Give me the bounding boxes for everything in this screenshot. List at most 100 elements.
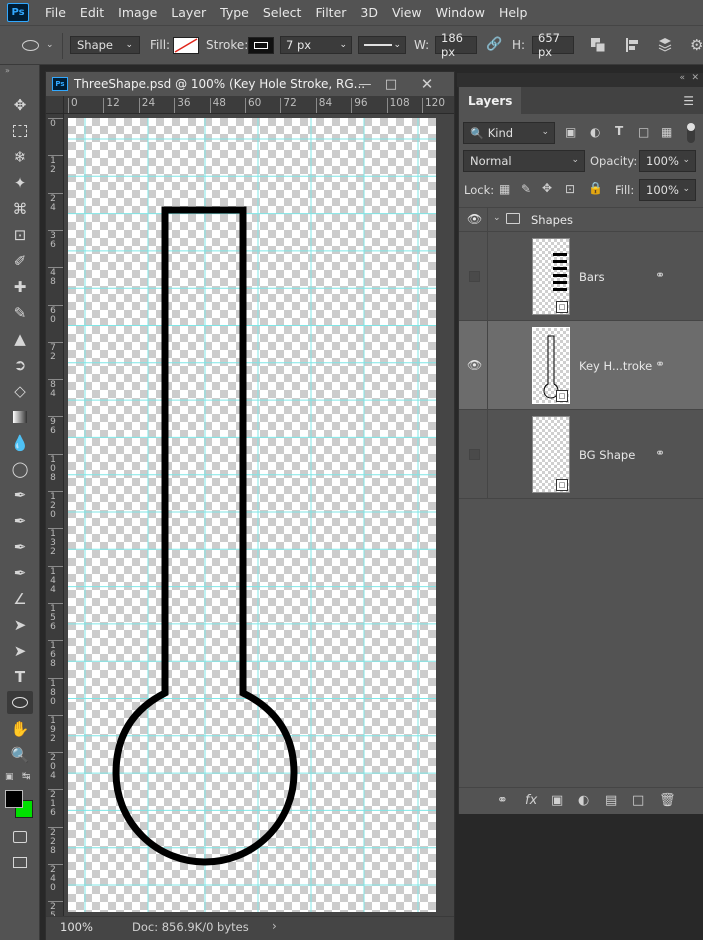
menu-help[interactable]: Help bbox=[499, 5, 528, 20]
menu-3d[interactable]: 3D bbox=[360, 5, 378, 20]
gradient-tool-icon[interactable] bbox=[7, 405, 33, 428]
document-tab[interactable]: Ps ThreeShape.psd @ 100% (Key Hole Strok… bbox=[46, 72, 454, 96]
visibility-toggle[interactable]: 👁 bbox=[459, 321, 488, 410]
foreground-color-swatch[interactable] bbox=[5, 790, 23, 808]
close-icon[interactable]: ✕ bbox=[418, 75, 436, 93]
pen-tool-icon[interactable]: ✒ bbox=[7, 483, 33, 506]
healing-brush-tool-icon[interactable]: ✚ bbox=[7, 275, 33, 298]
filter-type-icon[interactable]: T bbox=[615, 124, 623, 138]
stroke-width-input[interactable]: 7 px ⌄ bbox=[280, 36, 352, 54]
filter-toggle[interactable] bbox=[687, 123, 695, 143]
blur-tool-icon[interactable]: 💧 bbox=[7, 431, 33, 454]
add-mask-icon[interactable]: ▣ bbox=[551, 793, 563, 808]
layer-name[interactable]: BG Shape bbox=[579, 448, 635, 462]
adjustment-layer-icon[interactable]: ◐ bbox=[578, 793, 589, 808]
move-tool-icon[interactable]: ✥ bbox=[7, 93, 33, 116]
zoom-level[interactable]: 100% bbox=[60, 920, 93, 934]
group-row-shapes[interactable]: 👁 ⌄ Shapes bbox=[459, 207, 703, 232]
ellipse-tool-icon[interactable] bbox=[22, 40, 39, 51]
shape-mode-select[interactable]: Shape ⌄ bbox=[70, 36, 140, 54]
lock-artboard-icon[interactable]: ⊡ bbox=[565, 182, 575, 196]
quick-mask-icon[interactable] bbox=[7, 825, 33, 848]
panel-menu-icon[interactable]: ☰ bbox=[683, 94, 694, 108]
filter-pixel-icon[interactable]: ▣ bbox=[565, 125, 576, 139]
tool-preset-caret-icon[interactable]: ⌄ bbox=[46, 40, 54, 50]
crop-tool-icon[interactable]: ⌘ bbox=[7, 197, 33, 220]
swap-colors-icon[interactable]: ↹ bbox=[22, 771, 30, 782]
filter-adjustment-icon[interactable]: ◐ bbox=[590, 125, 600, 139]
eraser-tool-icon[interactable]: ◇ bbox=[7, 379, 33, 402]
eyedropper-tool-icon[interactable]: ✐ bbox=[7, 249, 33, 272]
gear-icon[interactable]: ⚙ bbox=[690, 36, 703, 54]
menu-layer[interactable]: Layer bbox=[171, 5, 206, 20]
fill-swatch[interactable] bbox=[173, 37, 199, 54]
photoshop-logo-icon[interactable]: Ps bbox=[7, 3, 29, 22]
minimize-icon[interactable]: — bbox=[356, 75, 374, 93]
magic-wand-tool-icon[interactable]: ✦ bbox=[7, 171, 33, 194]
menu-image[interactable]: Image bbox=[118, 5, 157, 20]
trash-icon[interactable]: 🗑 bbox=[659, 793, 676, 808]
link-icon[interactable]: 🔗 bbox=[486, 37, 502, 52]
menu-select[interactable]: Select bbox=[263, 5, 302, 20]
menu-filter[interactable]: Filter bbox=[315, 5, 346, 20]
new-group-icon[interactable]: ▤ bbox=[605, 793, 617, 808]
height-input[interactable]: 657 px bbox=[532, 31, 574, 59]
filter-shape-icon[interactable]: □ bbox=[638, 125, 649, 139]
screen-mode-icon[interactable] bbox=[7, 851, 33, 874]
menu-edit[interactable]: Edit bbox=[80, 5, 104, 20]
hand-tool-icon[interactable]: ✋ bbox=[7, 717, 33, 740]
lock-image-pixels-icon[interactable]: ✎ bbox=[521, 182, 531, 196]
transparent-canvas[interactable] bbox=[68, 118, 436, 912]
layer-row-key-hole-stroke[interactable]: 👁 □ Key H...troke ⚭ bbox=[459, 321, 703, 410]
layer-row-bg-shape[interactable]: □ BG Shape ⚭ bbox=[459, 410, 703, 499]
path-operations-icon[interactable] bbox=[590, 37, 606, 53]
maximize-icon[interactable]: □ bbox=[382, 75, 400, 93]
visibility-toggle[interactable] bbox=[459, 410, 488, 499]
menu-window[interactable]: Window bbox=[436, 5, 485, 20]
lock-transparent-pixels-icon[interactable]: ▦ bbox=[499, 182, 510, 196]
path-alignment-icon[interactable] bbox=[625, 37, 641, 53]
lock-all-icon[interactable]: 🔒 bbox=[588, 181, 603, 195]
layer-name[interactable]: Key H...troke bbox=[579, 359, 652, 373]
menu-type[interactable]: Type bbox=[220, 5, 249, 20]
stroke-type-select[interactable]: ⌄ bbox=[358, 36, 406, 54]
link-layers-icon[interactable]: ⚭ bbox=[497, 793, 508, 808]
history-brush-tool-icon[interactable]: ➲ bbox=[7, 353, 33, 376]
width-input[interactable]: 186 px bbox=[435, 31, 477, 59]
blend-mode-select[interactable]: Normal ⌄ bbox=[463, 150, 585, 172]
filter-smart-object-icon[interactable]: ▦ bbox=[661, 125, 672, 139]
canvas-area[interactable] bbox=[64, 114, 454, 916]
opacity-input[interactable]: 100% ⌄ bbox=[639, 150, 696, 172]
layer-name[interactable]: Bars bbox=[579, 270, 605, 284]
marquee-tool-icon[interactable] bbox=[7, 119, 33, 142]
vertical-ruler[interactable]: 0 12 24 36 48 60 72 84 96 108 120 132 144 156 168 180 19… bbox=[46, 114, 64, 916]
brush-tool-icon[interactable]: ✎ bbox=[7, 301, 33, 324]
ruler-origin[interactable] bbox=[46, 96, 64, 114]
ellipse-tool-icon[interactable] bbox=[7, 691, 33, 714]
type-tool-icon[interactable]: T bbox=[7, 665, 33, 688]
collapse-panel-icon[interactable]: » bbox=[5, 66, 10, 75]
close-panel-icon[interactable]: ✕ bbox=[691, 73, 699, 83]
chevron-down-icon[interactable]: ⌄ bbox=[493, 213, 501, 223]
tab-layers[interactable]: Layers bbox=[459, 87, 522, 114]
new-layer-icon[interactable]: □ bbox=[632, 793, 644, 808]
visibility-toggle[interactable]: 👁 bbox=[459, 208, 488, 232]
dodge-tool-icon[interactable]: ◯ bbox=[7, 457, 33, 480]
freeform-pen-tool-icon[interactable]: ✒ bbox=[7, 509, 33, 532]
visibility-toggle[interactable] bbox=[459, 232, 488, 321]
path-selection-tool-icon[interactable]: ➤ bbox=[7, 613, 33, 636]
add-anchor-point-tool-icon[interactable]: ✒ bbox=[7, 535, 33, 558]
filter-kind-select[interactable]: 🔍 Kind ⌄ bbox=[463, 122, 555, 144]
fill-input[interactable]: 100% ⌄ bbox=[639, 179, 696, 201]
path-arrangement-icon[interactable] bbox=[656, 37, 674, 53]
zoom-tool-icon[interactable]: 🔍 bbox=[7, 743, 33, 766]
convert-point-tool-icon[interactable]: ∠ bbox=[7, 587, 33, 610]
curvature-pen-tool-icon[interactable]: ✒ bbox=[7, 561, 33, 584]
menu-file[interactable]: File bbox=[45, 5, 66, 20]
menu-view[interactable]: View bbox=[392, 5, 422, 20]
lasso-tool-icon[interactable]: ❄ bbox=[7, 145, 33, 168]
layer-row-bars[interactable]: □ Bars ⚭ bbox=[459, 232, 703, 321]
status-menu-arrow-icon[interactable]: › bbox=[272, 919, 277, 933]
default-colors-icon[interactable]: ▣ bbox=[5, 772, 14, 782]
horizontal-ruler[interactable]: 0 12 24 36 48 60 72 84 96 108 120 bbox=[64, 96, 454, 114]
